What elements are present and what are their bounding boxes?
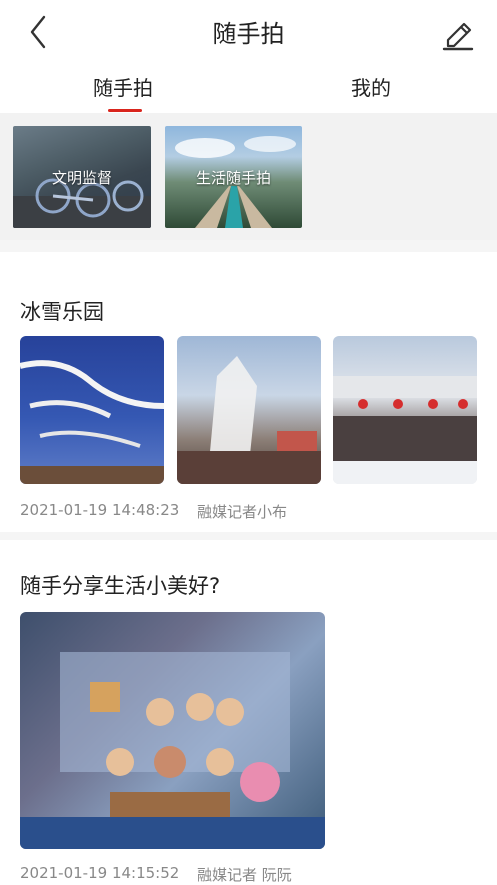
section-divider	[0, 240, 497, 252]
post-title[interactable]: 冰雪乐园	[20, 296, 104, 326]
post-timestamp: 2021-01-19 14:48:23	[20, 501, 180, 519]
active-tab-indicator	[108, 109, 142, 112]
ice-gate-crowd-photo	[333, 376, 477, 484]
post-author: 融媒记者 阮阮	[197, 866, 292, 884]
post-image[interactable]	[20, 336, 164, 484]
tab-random-shot[interactable]: 随手拍	[93, 72, 153, 101]
snow-tree-crowd-photo	[177, 356, 321, 484]
section-divider	[0, 532, 497, 540]
page-title: 随手拍	[212, 20, 285, 48]
post-author: 融媒记者小布	[197, 503, 288, 521]
category-civility-supervision[interactable]: 文明监督	[13, 126, 151, 228]
snowy-branches-photo	[20, 360, 164, 484]
edit-button[interactable]	[438, 12, 478, 52]
post-image[interactable]	[20, 612, 325, 849]
category-label: 生活随手拍	[195, 169, 271, 187]
pencil-icon	[442, 22, 474, 51]
tab-mine[interactable]: 我的	[351, 72, 391, 101]
post-image[interactable]	[333, 336, 477, 484]
category-life-snapshot[interactable]: 生活随手拍	[165, 126, 302, 228]
post-title[interactable]: 随手分享生活小美好?	[20, 570, 220, 600]
category-label: 文明监督	[51, 169, 112, 187]
post-timestamp: 2021-01-19 14:15:52	[20, 864, 180, 882]
post-image[interactable]	[177, 336, 321, 484]
figurine-display-photo	[20, 652, 325, 849]
